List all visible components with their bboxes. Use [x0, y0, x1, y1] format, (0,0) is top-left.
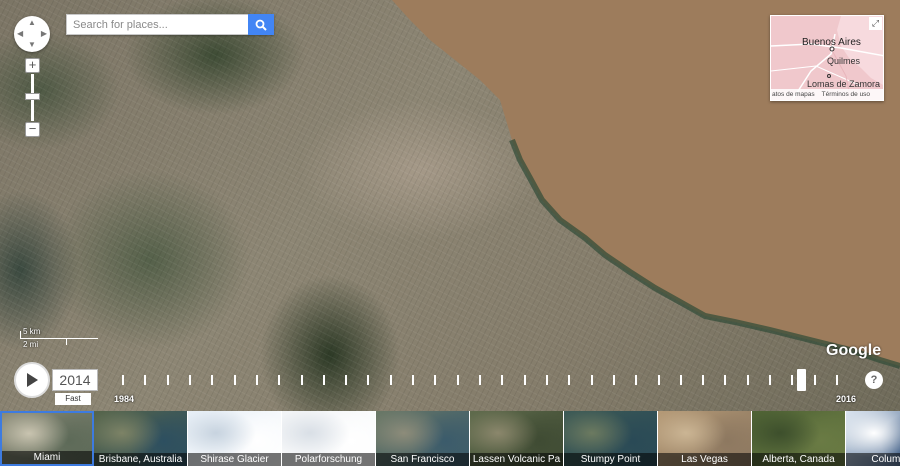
thumbnail-label: Lassen Volcanic Pa: [470, 453, 563, 466]
pan-left-icon[interactable]: ◀: [17, 30, 23, 38]
current-year-display: 2014: [52, 369, 98, 391]
timeline-tick[interactable]: [680, 375, 682, 385]
timeline-tick[interactable]: [122, 375, 124, 385]
search-box: [66, 14, 274, 35]
timeline-tick[interactable]: [234, 375, 236, 385]
timeline-tick[interactable]: [345, 375, 347, 385]
thumbnail-label: San Francisco: [376, 453, 469, 466]
google-logo: Google: [826, 342, 882, 359]
zoom-slider-handle[interactable]: [25, 93, 40, 100]
timeline-tick[interactable]: [323, 375, 325, 385]
timeline-tick[interactable]: [568, 375, 570, 385]
location-thumbnail[interactable]: Shirase Glacier: [188, 411, 282, 466]
location-thumbnails: Miami Brisbane, Australia Shirase Glacier P…: [0, 411, 900, 466]
search-icon: [255, 19, 267, 31]
timeline-tick[interactable]: [412, 375, 414, 385]
expand-icon[interactable]: ⤢: [869, 17, 882, 30]
location-thumbnail[interactable]: Columbia: [846, 411, 900, 466]
timeline-tick[interactable]: [658, 375, 660, 385]
location-thumbnail[interactable]: Alberta, Canada: [752, 411, 846, 466]
timeline-tick[interactable]: [457, 375, 459, 385]
terms-link[interactable]: Términos de uso: [822, 91, 870, 98]
timeline-tick[interactable]: [211, 375, 213, 385]
scale-km-label: 5 km: [23, 327, 41, 336]
pan-right-icon[interactable]: ▶: [41, 30, 47, 38]
location-thumbnail[interactable]: Lassen Volcanic Pa: [470, 411, 564, 466]
search-button[interactable]: [248, 14, 274, 35]
timeline-tick[interactable]: [613, 375, 615, 385]
zoom-in-button[interactable]: +: [25, 58, 40, 73]
location-thumbnail[interactable]: Brisbane, Australia: [94, 411, 188, 466]
play-button[interactable]: [14, 362, 50, 398]
satellite-map[interactable]: [0, 0, 900, 411]
scale-bar: [20, 338, 98, 339]
inset-label-city: Buenos Aires: [802, 37, 861, 48]
timeline-tick[interactable]: [479, 375, 481, 385]
thumbnail-label: Columbia: [846, 453, 900, 466]
timeline-tick[interactable]: [367, 375, 369, 385]
location-thumbnail[interactable]: Stumpy Point: [564, 411, 658, 466]
timeline-tick[interactable]: [390, 375, 392, 385]
location-thumbnail[interactable]: San Francisco: [376, 411, 470, 466]
timeline-tick[interactable]: [256, 375, 258, 385]
inset-label-town2: Lomas de Zamora: [807, 79, 881, 89]
timeline-slider-handle[interactable]: [797, 369, 806, 391]
thumbnail-label: Miami: [2, 451, 92, 464]
timeline-tick[interactable]: [635, 375, 637, 385]
timeline-tick[interactable]: [702, 375, 704, 385]
timeline-tick[interactable]: [501, 375, 503, 385]
timeline-tick[interactable]: [836, 375, 838, 385]
timeline-tick[interactable]: [301, 375, 303, 385]
location-thumbnail[interactable]: Las Vegas: [658, 411, 752, 466]
zoom-control: + −: [25, 58, 41, 138]
timeline-tick[interactable]: [769, 375, 771, 385]
timeline-tick[interactable]: [591, 375, 593, 385]
scale-mi-label: 2 mi: [23, 340, 39, 349]
help-button[interactable]: ?: [865, 371, 883, 389]
inset-map-footer: atos de mapas Términos de uso: [771, 89, 883, 100]
timeline-tick[interactable]: [434, 375, 436, 385]
thumbnail-label: Shirase Glacier: [188, 453, 281, 466]
speed-button[interactable]: Fast: [55, 393, 91, 405]
timeline-tick[interactable]: [546, 375, 548, 385]
location-thumbnail[interactable]: Polarforschung: [282, 411, 376, 466]
inset-label-town1: Quilmes: [827, 56, 861, 66]
inset-map[interactable]: Buenos Aires Quilmes Lomas de Zamora ato…: [770, 15, 884, 101]
pan-down-icon[interactable]: ▼: [28, 41, 36, 49]
thumbnail-label: Polarforschung: [282, 453, 375, 466]
location-thumbnail[interactable]: Miami: [0, 411, 94, 466]
timeline-end-year: 2016: [836, 394, 857, 404]
search-input[interactable]: [67, 15, 249, 34]
timeline-tick[interactable]: [167, 375, 169, 385]
thumbnail-label: Stumpy Point: [564, 453, 657, 466]
timeline-tick[interactable]: [791, 375, 793, 385]
timeline-tick[interactable]: [144, 375, 146, 385]
timeline-tick[interactable]: [814, 375, 816, 385]
timeline-tick[interactable]: [524, 375, 526, 385]
thumbnail-label: Las Vegas: [658, 453, 751, 466]
pan-control[interactable]: ▲ ▼ ◀ ▶: [14, 16, 50, 52]
map-data-link[interactable]: atos de mapas: [772, 91, 815, 98]
timeline-tick[interactable]: [724, 375, 726, 385]
zoom-out-button[interactable]: −: [25, 122, 40, 137]
thumbnail-label: Brisbane, Australia: [94, 453, 187, 466]
timeline-tick[interactable]: [747, 375, 749, 385]
timeline-start-year: 1984: [114, 394, 135, 404]
timeline-tick[interactable]: [278, 375, 280, 385]
timeline-tick[interactable]: [189, 375, 191, 385]
thumbnail-label: Alberta, Canada: [752, 453, 845, 466]
scale-tick: [66, 338, 67, 345]
timeline-track[interactable]: [104, 373, 854, 387]
river-plate-water: [392, 0, 900, 369]
pan-up-icon[interactable]: ▲: [28, 19, 36, 27]
play-icon: [27, 373, 38, 387]
